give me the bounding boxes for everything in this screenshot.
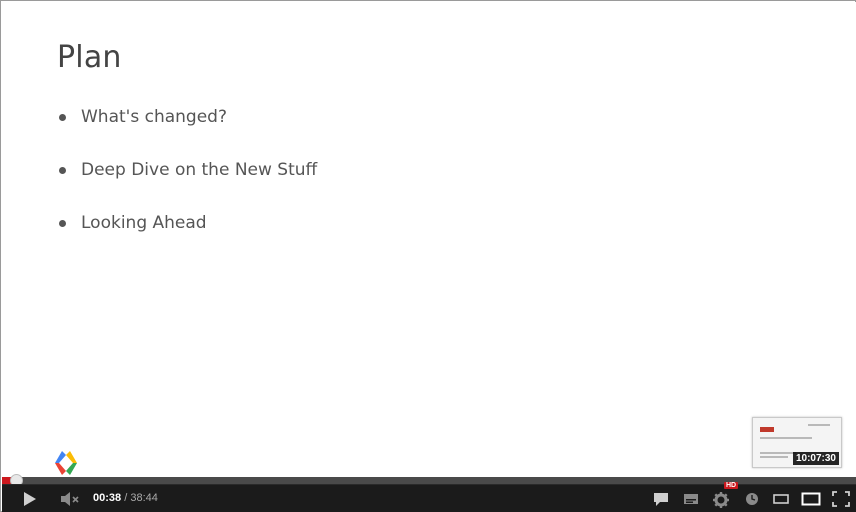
time-display: 00:38 / 38:44 [93,492,158,504]
video-player[interactable]: Plan What's changed? Deep Dive on the Ne… [0,0,856,512]
thumbnail-line [760,452,796,454]
mute-icon[interactable] [60,490,82,508]
slide-bullet: Deep Dive on the New Stuff [58,158,317,211]
slide-title: Plan [57,40,122,75]
thumbnail-line [760,456,788,458]
time-separator: / [124,492,128,504]
large-player-icon[interactable] [801,490,821,508]
watch-later-icon[interactable] [744,490,760,508]
small-player-icon[interactable] [772,490,790,508]
slide-bullet: What's changed? [58,105,317,158]
scrub-preview-thumbnail: 10:07:30 [752,417,842,468]
fullscreen-icon[interactable] [831,490,851,508]
control-bar: 00:38 / 38:44 HD [2,482,856,512]
thumbnail-timestamp: 10:07:30 [792,452,839,465]
slide-bullet-list: What's changed? Deep Dive on the New Stu… [58,105,317,264]
thumbnail-line [808,424,830,426]
current-time: 00:38 [93,492,122,504]
thumbnail-label [760,427,774,432]
video-frame[interactable]: Plan What's changed? Deep Dive on the Ne… [2,2,856,477]
settings-icon[interactable] [712,490,730,508]
slide-bullet: Looking Ahead [58,211,317,264]
play-icon[interactable] [22,490,38,508]
annotations-icon[interactable] [653,490,669,508]
thumbnail-line [760,437,812,439]
duration: 38:44 [130,492,158,504]
hd-badge: HD [724,482,739,489]
captions-icon[interactable] [683,490,699,508]
google-developers-icon [55,451,77,475]
